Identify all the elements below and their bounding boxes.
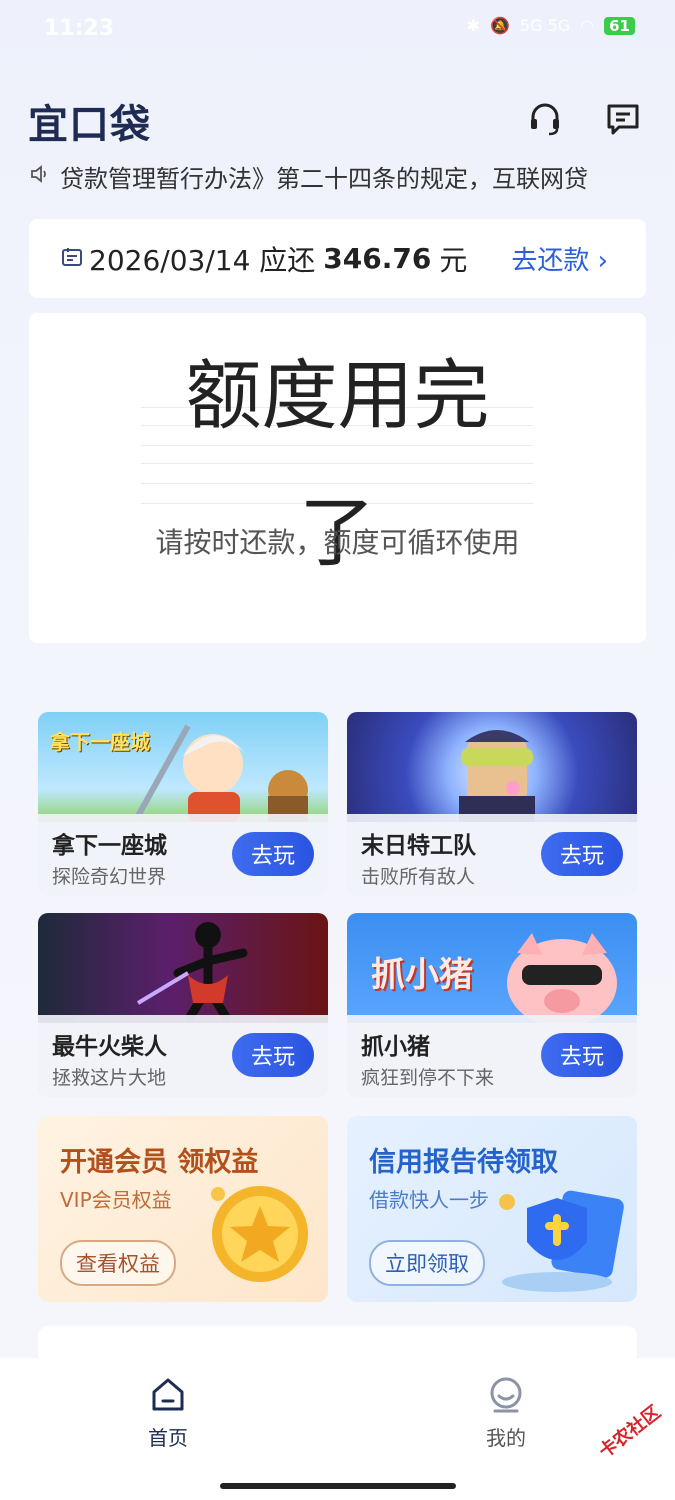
claim-report-button[interactable]: 立即领取 [369,1240,485,1286]
game-info: 末日特工队 击败所有敌人 去玩 [347,814,637,896]
game-art [38,913,328,1023]
game-desc: 探险奇幻世界 [52,866,167,888]
divider [141,463,533,464]
notice-bar[interactable]: 贷款管理暂行办法》第二十四条的规定，互联网贷 [30,158,650,194]
home-icon [152,1378,184,1411]
mute-icon: 🔕 [489,16,510,35]
quota-title: 额度用完 [185,351,490,440]
bluetooth-icon: ✱ [466,16,480,35]
vip-promo-card[interactable]: 开通会员 领权益 VIP会员权益 查看权益 [38,1116,328,1302]
game-name: 末日特工队 [361,833,476,859]
view-benefits-button[interactable]: 查看权益 [60,1240,176,1286]
speaker-icon [30,164,50,188]
due-unit: 元 [439,243,468,277]
divider [141,445,533,446]
repay-button[interactable]: 去还款 › [511,240,608,277]
signal-icon: 5G 5G [519,16,571,35]
message-icon[interactable] [604,100,642,138]
nav-label: 首页 [148,1426,188,1450]
quota-subtitle: 请按时还款，额度可循环使用 [155,526,520,559]
promo-desc: VIP会员权益 [60,1188,172,1212]
gold-coin-icon [211,1186,308,1282]
status-bar: 11:23 ✱ 🔕 5G 5G ◠ 61 [0,0,675,60]
profile-icon [490,1377,522,1413]
status-icons: ✱ 🔕 5G 5G ◠ 61 [467,16,635,35]
game-info: 最牛火柴人 拯救这片大地 去玩 [38,1015,328,1097]
bottom-nav: 首页 我的 [0,1358,675,1500]
game-desc: 疯狂到停不下来 [361,1067,495,1089]
game-name: 抓小猪 [361,1034,430,1060]
game-card[interactable]: 拿下一座城 拿下一座城 探险奇幻世界 去玩 [38,712,328,896]
game-card[interactable]: 末日特工队 击败所有敌人 去玩 [347,712,637,896]
play-button[interactable]: 去玩 [541,832,623,876]
game-desc: 拯救这片大地 [52,1067,167,1089]
status-time: 11:23 [44,16,115,41]
game-name: 拿下一座城 [52,833,167,859]
nav-profile[interactable]: 我的 [466,1376,546,1451]
nav-home[interactable]: 首页 [128,1376,208,1451]
game-info: 抓小猪 疯狂到停不下来 去玩 [347,1015,637,1097]
game-art: 抓小猪 [347,913,637,1023]
due-amount: 346.76 [323,242,432,275]
game-name: 最牛火柴人 [52,1034,167,1060]
repayment-info: 2026/03/14 应还 346.76 元 [61,239,467,279]
promo-desc: 借款快人一步 [369,1188,489,1212]
headset-icon[interactable] [526,100,564,138]
credit-report-card[interactable]: 信用报告待领取 借款快人一步 立即领取 [347,1116,637,1302]
shield-icon [499,1190,624,1292]
game-art: 拿下一座城 [38,712,328,822]
play-button[interactable]: 去玩 [541,1033,623,1077]
battery-indicator: 61 [604,16,635,35]
home-indicator[interactable] [220,1483,456,1489]
game-card[interactable]: 抓小猪 抓小猪 疯狂到停不下来 去玩 [347,913,637,1097]
game-card[interactable]: 最牛火柴人 拯救这片大地 去玩 [38,913,328,1097]
game-info: 拿下一座城 探险奇幻世界 去玩 [38,814,328,896]
calendar-icon [61,242,83,275]
repay-button-label: 去还款 [511,246,590,276]
chevron-right-icon: › [597,246,608,276]
play-button[interactable]: 去玩 [232,1033,314,1077]
play-button[interactable]: 去玩 [232,832,314,876]
nav-label: 我的 [486,1426,526,1450]
notice-text: 贷款管理暂行办法》第二十四条的规定，互联网贷 [60,164,588,193]
quota-card: 额度用完 了 请按时还款，额度可循环使用 [29,313,646,643]
game-desc: 击败所有敌人 [361,866,476,888]
due-date: 2026/03/14 应还 [89,243,316,277]
wifi-icon: ◠ [580,16,595,35]
promo-title: 信用报告待领取 [369,1147,558,1178]
repayment-bar: 2026/03/14 应还 346.76 元 去还款 › [29,219,646,298]
app-logo: 宜口袋 [28,102,151,148]
game-art [347,712,637,822]
game-art-title: 抓小猪 [371,955,473,995]
